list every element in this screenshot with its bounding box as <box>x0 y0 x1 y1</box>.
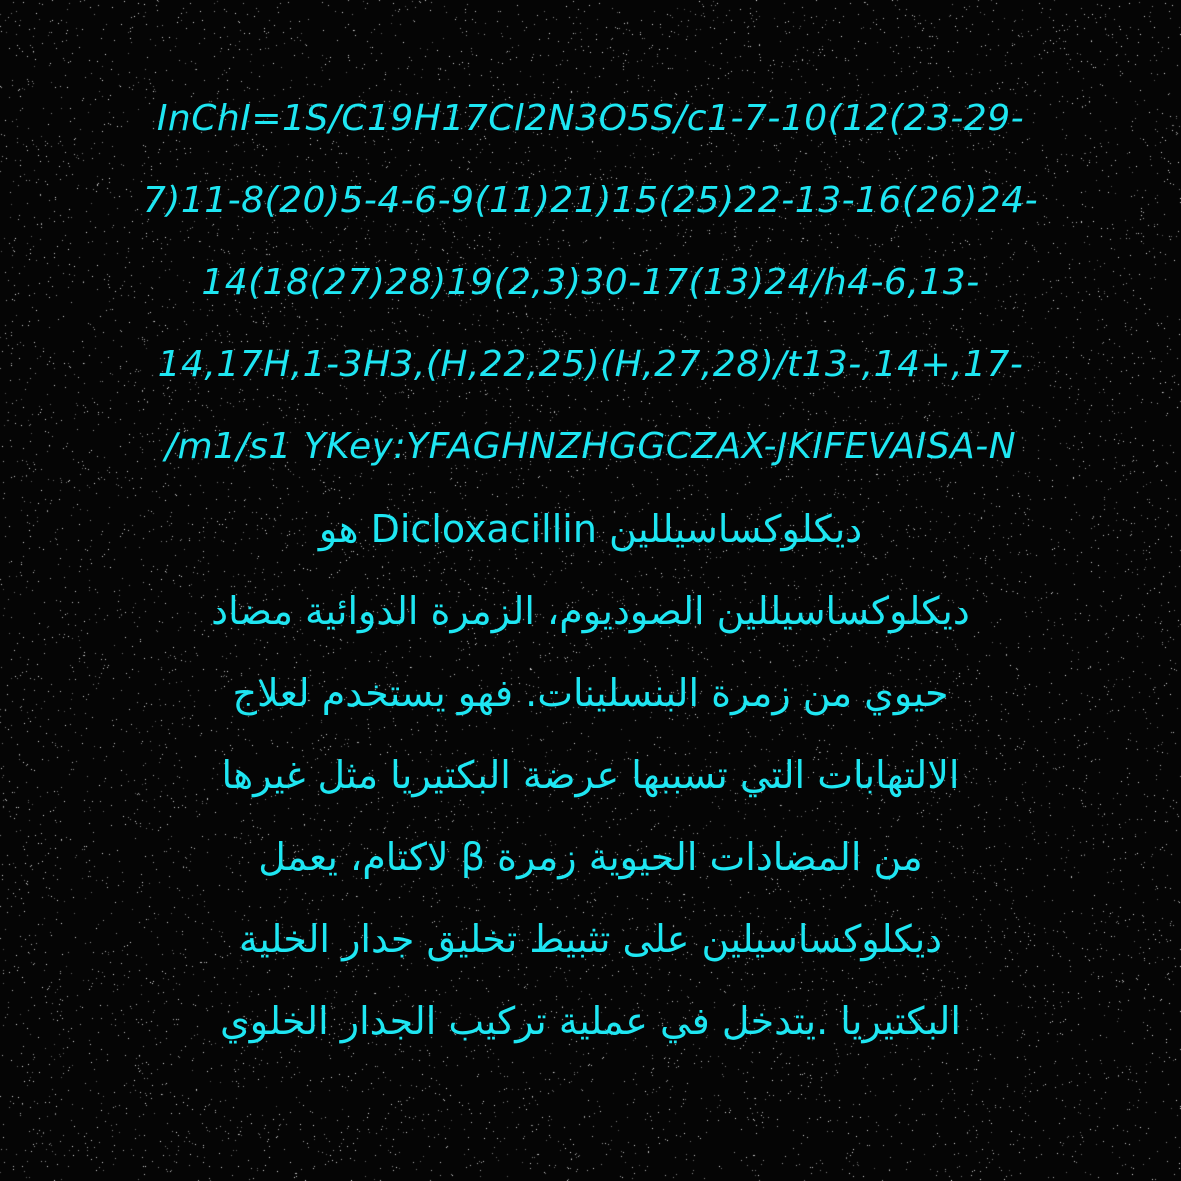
arabic-line-2: ديكلوكساسيللين الصوديوم، الزمرة الدوائية… <box>211 589 970 633</box>
inchi-line-1: InChI=1S/C19H17Cl2N3O5S/c1-7-10(12(23-29… <box>156 98 1025 139</box>
image-canvas: InChI=1S/C19H17Cl2N3O5S/c1-7-10(12(23-29… <box>0 0 1181 1181</box>
inchi-line-4: 14,17H,1-3H3,(H,22,25)(H,27,28)/t13-,14+… <box>157 344 1024 385</box>
inchi-line-3: 14(18(27)28)19(2,3)30-17(13)24/h4-6,13- <box>201 262 980 303</box>
arabic-line-5: من المضادات الحيوية زمرة β لاكتام، يعمل <box>258 835 923 879</box>
arabic-line-1: ديكلوكساسيللين Dicloxacillin هو <box>318 507 863 551</box>
arabic-line-7: البكتيريا .يتدخل في عملية تركيب الجدار ا… <box>220 999 961 1043</box>
arabic-line-4: الالتهابات التي تسببها عرضة البكتيريا مث… <box>221 753 960 797</box>
arabic-line-6: ديكلوكساسيلين على تثبيط تخليق جدار الخلي… <box>238 917 943 961</box>
arabic-line-3: حيوي من زمرة البنسلينات. فهو يستخدم لعلا… <box>232 671 949 715</box>
inchi-line-2: 7)11-8(20)5-4-6-9(11)21)15(25)22-13-16(2… <box>142 180 1039 221</box>
inchi-key-line: /m1/s1 YKey:YFAGHNZHGGCZAX-JKIFEVAISA-N <box>164 426 1017 467</box>
text-block: InChI=1S/C19H17Cl2N3O5S/c1-7-10(12(23-29… <box>60 78 1121 1062</box>
